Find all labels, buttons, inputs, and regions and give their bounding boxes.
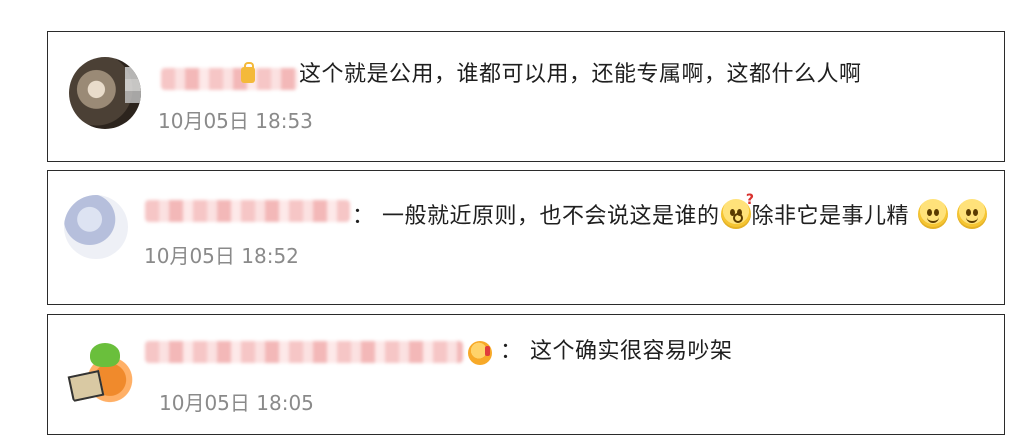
smiley-emoji-icon — [917, 199, 948, 229]
blurred-username[interactable] — [161, 68, 298, 90]
blurred-username[interactable] — [145, 200, 350, 222]
comment-card: 这个就是公用，谁都可以用，还能专属啊，这都什么人啊 10月05日 18:53 — [47, 31, 1005, 162]
comment-text: 这个就是公用，谁都可以用，还能专属啊，这都什么人啊 — [299, 60, 862, 90]
smiley-emoji-icon — [957, 199, 988, 229]
user-avatar[interactable] — [64, 339, 138, 413]
comment-card: ： 一般就近原则，也不会说这是谁的? 除非它是事儿精 10月05日 18:52 — [47, 170, 1005, 305]
thinking-question-emoji-icon: ? — [720, 193, 754, 229]
comment-text: ： 一般就近原则，也不会说这是谁的? 除非它是事儿精 — [352, 193, 988, 232]
comment-timestamp: 10月05日 18:52 — [144, 244, 299, 268]
avatar-leaf — [90, 343, 120, 367]
comment-text-part: 除非它是事儿精 — [751, 204, 910, 229]
comment-text-part: 这个就是公用，谁都可以用，还能专属啊，这都什么人啊 — [299, 62, 862, 87]
comment-text-part: 这个确实很容易吵架 — [530, 339, 733, 364]
comment-timestamp: 10月05日 18:53 — [158, 109, 313, 133]
comment-separator: ： — [500, 339, 523, 364]
comment-card: ： 这个确实很容易吵架 10月05日 18:05 — [47, 314, 1005, 435]
lock-badge-icon — [241, 62, 255, 83]
comment-text: ： 这个确实很容易吵架 — [500, 337, 733, 367]
comment-separator: ： — [352, 204, 375, 229]
avatar-mosaic — [125, 67, 141, 103]
comment-timestamp: 10月05日 18:05 — [159, 391, 314, 415]
avatar-box — [67, 369, 105, 403]
comment-text-part: 一般就近原则，也不会说这是谁的 — [382, 204, 720, 229]
user-avatar[interactable] — [69, 57, 141, 129]
blurred-username[interactable] — [145, 341, 463, 363]
user-avatar[interactable] — [64, 195, 128, 259]
vip-medal-icon — [468, 341, 492, 365]
